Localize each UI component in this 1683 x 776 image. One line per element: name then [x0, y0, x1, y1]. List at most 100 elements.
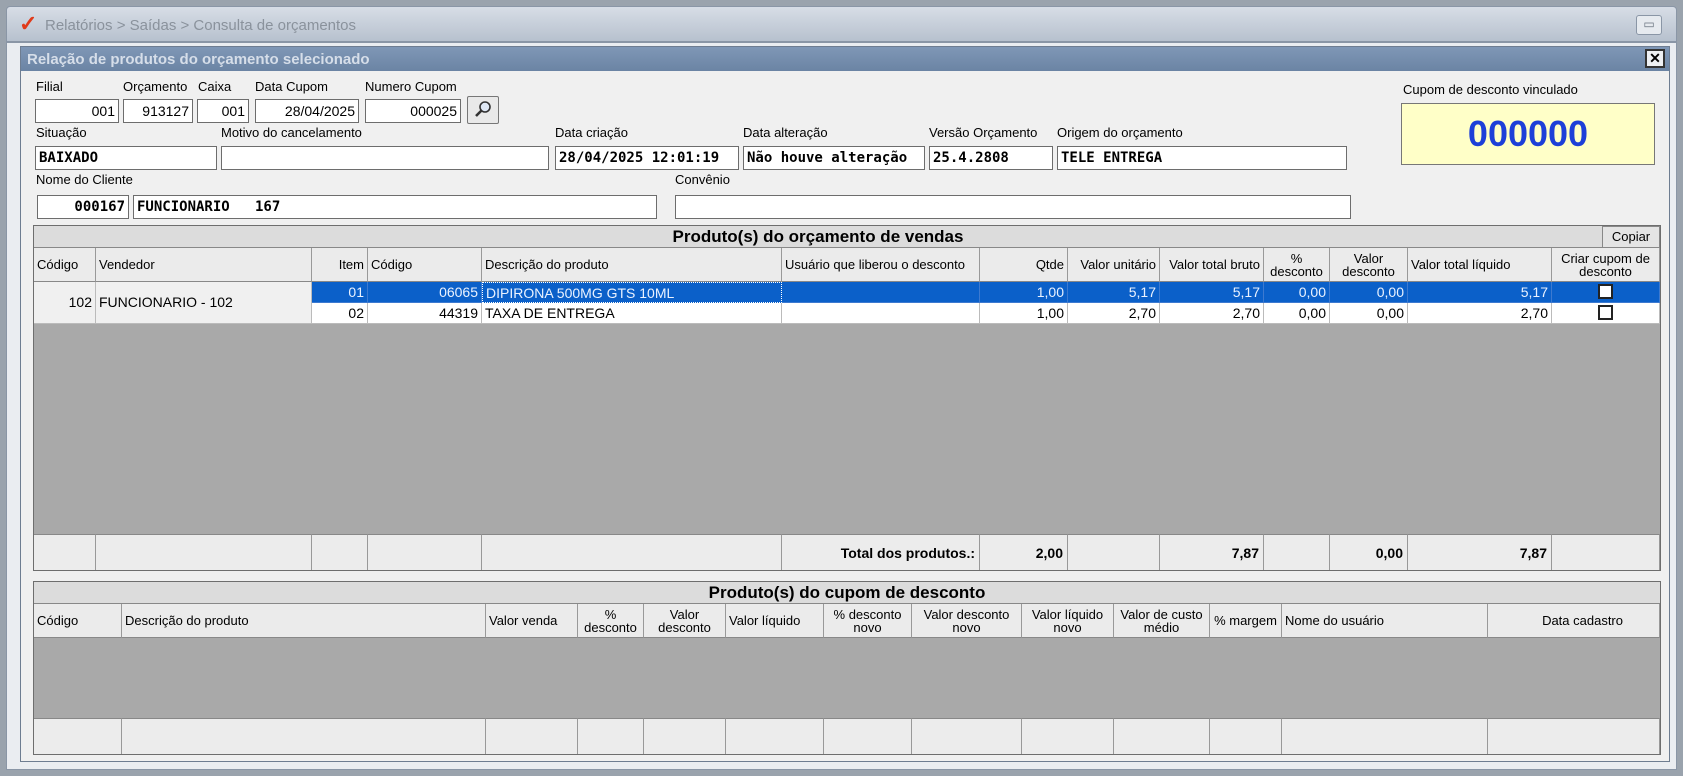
cupom-desconto-label: Cupom de desconto vinculado: [1403, 82, 1578, 97]
cliente-name-field[interactable]: FUNCIONARIO 167: [133, 195, 657, 219]
footer-cell-valor-unitario: [1068, 534, 1160, 570]
cliente-code-field[interactable]: 000167: [37, 195, 129, 219]
col-header-criar-cupom[interactable]: Criar cupom de desconto: [1552, 248, 1660, 282]
coupon-col-header-descricao[interactable]: Descrição do produto: [122, 604, 486, 638]
products-grid-title: Produto(s) do orçamento de vendas: [34, 226, 1602, 248]
coupon-footer-cell: [912, 718, 1022, 754]
col-header-pct-desconto[interactable]: % desconto: [1264, 248, 1330, 282]
footer-cell-pct-desconto: [1264, 534, 1330, 570]
coupon-footer-cell: [726, 718, 824, 754]
coupon-footer-cell: [34, 718, 122, 754]
table-row-2-valor-desconto[interactable]: 0,00: [1330, 303, 1408, 324]
table-row-1-item[interactable]: 01: [312, 282, 368, 303]
table-row-1-criar-cupom[interactable]: [1552, 282, 1660, 303]
situacao-label: Situação: [36, 125, 87, 140]
footer-cell-descricao: [482, 534, 782, 570]
coupon-col-header-pct-margem[interactable]: % margem: [1210, 604, 1282, 638]
footer-total-valor-liquido: 7,87: [1408, 534, 1552, 570]
table-row-2-usuario[interactable]: [782, 303, 980, 324]
coupon-col-header-nome-usuario[interactable]: Nome do usuário: [1282, 604, 1488, 638]
motivo-field[interactable]: [221, 146, 549, 170]
data-alteracao-field[interactable]: Não houve alteração: [743, 146, 925, 170]
table-row-2-item[interactable]: 02: [312, 303, 368, 324]
col-header-usuario-desconto[interactable]: Usuário que liberou o desconto: [782, 248, 980, 282]
table-row-1-valor-total-bruto[interactable]: 5,17: [1160, 282, 1264, 303]
convenio-label: Convênio: [675, 172, 730, 187]
close-dialog-button[interactable]: ✕: [1645, 49, 1665, 68]
search-button[interactable]: [467, 96, 499, 124]
numero-cupom-label: Numero Cupom: [365, 79, 457, 94]
table-row-2-codigo[interactable]: 44319: [368, 303, 482, 324]
col-header-vendedor[interactable]: Vendedor: [96, 248, 312, 282]
footer-cell-criar-cupom: [1552, 534, 1660, 570]
copy-button[interactable]: Copiar: [1602, 226, 1660, 248]
orcamento-label: Orçamento: [123, 79, 188, 94]
table-row-1-valor-desconto[interactable]: 0,00: [1330, 282, 1408, 303]
col-header-qtde[interactable]: Qtde: [980, 248, 1068, 282]
footer-total-valor-desconto: 0,00: [1330, 534, 1408, 570]
table-row-2-valor-total-liquido[interactable]: 2,70: [1408, 303, 1552, 324]
filial-field[interactable]: 001: [35, 99, 119, 123]
table-row-1-qtde[interactable]: 1,00: [980, 282, 1068, 303]
restore-window-button[interactable]: ▭: [1636, 15, 1662, 35]
search-icon: [475, 101, 491, 117]
table-row-1-descricao[interactable]: DIPIRONA 500MG GTS 10ML: [482, 282, 782, 303]
table-row-2-valor-unitario[interactable]: 2,70: [1068, 303, 1160, 324]
table-row-1-valor-total-liquido[interactable]: 5,17: [1408, 282, 1552, 303]
table-row-2-qtde[interactable]: 1,00: [980, 303, 1068, 324]
situacao-field[interactable]: BAIXADO: [35, 146, 217, 170]
footer-total-valor-bruto: 7,87: [1160, 534, 1264, 570]
coupon-col-header-codigo[interactable]: Código: [34, 604, 122, 638]
col-header-valor-total-liquido[interactable]: Valor total líquido: [1408, 248, 1552, 282]
orcamento-field[interactable]: 913127: [123, 99, 193, 123]
origem-field[interactable]: TELE ENTREGA: [1057, 146, 1347, 170]
footer-cell-codigo: [34, 534, 96, 570]
coupon-footer-cell: [1022, 718, 1114, 754]
coupon-footer-cell: [1488, 718, 1660, 754]
table-row-2-pct-desconto[interactable]: 0,00: [1264, 303, 1330, 324]
convenio-field[interactable]: [675, 195, 1351, 219]
coupon-col-header-valor-desconto[interactable]: Valor desconto: [644, 604, 726, 638]
cliente-label: Nome do Cliente: [36, 172, 133, 187]
table-row-1-usuario[interactable]: [782, 282, 980, 303]
caixa-field[interactable]: 001: [197, 99, 249, 123]
group-vendedor: FUNCIONARIO - 102: [96, 282, 312, 324]
coupon-col-header-valor-desconto-novo[interactable]: Valor desconto novo: [912, 604, 1022, 638]
numero-cupom-field[interactable]: 000025: [365, 99, 461, 123]
coupon-grid-title: Produto(s) do cupom de desconto: [34, 582, 1660, 604]
table-row-2-valor-total-bruto[interactable]: 2,70: [1160, 303, 1264, 324]
origem-label: Origem do orçamento: [1057, 125, 1183, 140]
data-cupom-field[interactable]: 28/04/2025: [255, 99, 359, 123]
criar-cupom-checkbox-2[interactable]: [1598, 305, 1613, 320]
versao-field[interactable]: 25.4.2808: [929, 146, 1053, 170]
col-header-descricao[interactable]: Descrição do produto: [482, 248, 782, 282]
coupon-footer-cell: [1114, 718, 1210, 754]
table-row-1-valor-unitario[interactable]: 5,17: [1068, 282, 1160, 303]
coupon-col-header-valor-liquido[interactable]: Valor líquido: [726, 604, 824, 638]
filial-label: Filial: [36, 79, 63, 94]
col-header-item[interactable]: Item: [312, 248, 368, 282]
dialog-title-bar: Relação de produtos do orçamento selecio…: [21, 47, 1669, 71]
col-header-codigo[interactable]: Código: [34, 248, 96, 282]
cupom-desconto-value: 000000: [1401, 103, 1655, 165]
col-header-codigo-produto[interactable]: Código: [368, 248, 482, 282]
coupon-col-header-valor-venda[interactable]: Valor venda: [486, 604, 578, 638]
col-header-valor-desconto[interactable]: Valor desconto: [1330, 248, 1408, 282]
coupon-col-header-data-cadastro[interactable]: Data cadastro: [1488, 604, 1660, 638]
data-criacao-field[interactable]: 28/04/2025 12:01:19: [555, 146, 739, 170]
footer-cell-item: [312, 534, 368, 570]
table-row-2-descricao[interactable]: TAXA DE ENTREGA: [482, 303, 782, 324]
table-row-1-pct-desconto[interactable]: 0,00: [1264, 282, 1330, 303]
coupon-col-header-pct-desconto-novo[interactable]: % desconto novo: [824, 604, 912, 638]
col-header-valor-total-bruto[interactable]: Valor total bruto: [1160, 248, 1264, 282]
coupon-col-header-valor-liquido-novo[interactable]: Valor líquido novo: [1022, 604, 1114, 638]
motivo-label: Motivo do cancelamento: [221, 125, 362, 140]
criar-cupom-checkbox-1[interactable]: [1598, 284, 1613, 299]
coupon-col-header-pct-desconto[interactable]: % desconto: [578, 604, 644, 638]
coupon-col-header-valor-custo-medio[interactable]: Valor de custo médio: [1114, 604, 1210, 638]
table-row-1-codigo[interactable]: 06065: [368, 282, 482, 303]
data-alteracao-label: Data alteração: [743, 125, 828, 140]
col-header-valor-unitario[interactable]: Valor unitário: [1068, 248, 1160, 282]
coupon-grid: Produto(s) do cupom de desconto Código D…: [33, 581, 1661, 755]
table-row-2-criar-cupom[interactable]: [1552, 303, 1660, 324]
